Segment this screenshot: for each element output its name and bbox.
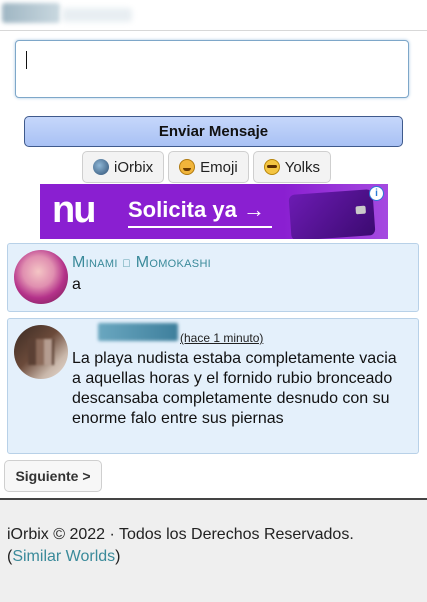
similar-worlds-link[interactable]: Similar Worlds xyxy=(12,548,115,565)
top-bar xyxy=(0,0,427,31)
next-page-button[interactable]: Siguiente > xyxy=(4,460,102,492)
emoji-face-icon xyxy=(179,159,196,175)
yolks-face-icon xyxy=(263,159,280,175)
ad-brand-logo: nu xyxy=(52,189,96,231)
emoji-label: Emoji xyxy=(200,158,238,176)
post-item: (hace 1 minuto) La playa nudista estaba … xyxy=(7,318,419,454)
send-message-button[interactable]: Enviar Mensaje xyxy=(24,116,403,147)
text-caret xyxy=(26,51,27,69)
yolks-label: Yolks xyxy=(284,158,320,176)
post-text: a xyxy=(72,276,81,293)
iorbix-button[interactable]: iOrbix xyxy=(82,151,165,183)
post-username[interactable]: Minami ღ Momokashi xyxy=(72,254,211,272)
ad-cta-underline xyxy=(128,226,272,228)
footer: iOrbix © 2022 · Todos los Derechos Reser… xyxy=(0,498,427,602)
emoji-button[interactable]: Emoji xyxy=(168,151,249,183)
orbix-icon xyxy=(93,159,109,175)
ad-cta-text: Solicita ya → xyxy=(128,197,265,222)
footer-copyright: iOrbix © 2022 · Todos los Derechos Reser… xyxy=(7,526,354,543)
post-timestamp[interactable]: (hace 1 minuto) xyxy=(180,331,263,345)
iorbix-label: iOrbix xyxy=(114,158,154,176)
ad-info-icon[interactable]: i xyxy=(369,186,384,201)
footer-close-paren: ) xyxy=(115,548,121,565)
post-text: La playa nudista estaba completamente va… xyxy=(72,350,397,427)
avatar[interactable] xyxy=(14,250,68,304)
ad-card-image xyxy=(288,189,376,239)
advertisement-banner[interactable]: nu Solicita ya → i xyxy=(40,184,388,239)
blurred-header-logo xyxy=(2,3,60,23)
tool-buttons: iOrbix Emoji Yolks xyxy=(82,151,331,183)
pixelated-avatar-area xyxy=(28,339,54,365)
message-input[interactable] xyxy=(15,40,409,98)
footer-text: iOrbix © 2022 · Todos los Derechos Reser… xyxy=(7,524,354,568)
avatar[interactable] xyxy=(14,325,68,379)
yolks-button[interactable]: Yolks xyxy=(252,151,331,183)
blurred-header-text xyxy=(62,8,132,22)
blurred-username[interactable] xyxy=(98,323,178,341)
post-item: Minami ღ Momokashi a xyxy=(7,243,419,312)
